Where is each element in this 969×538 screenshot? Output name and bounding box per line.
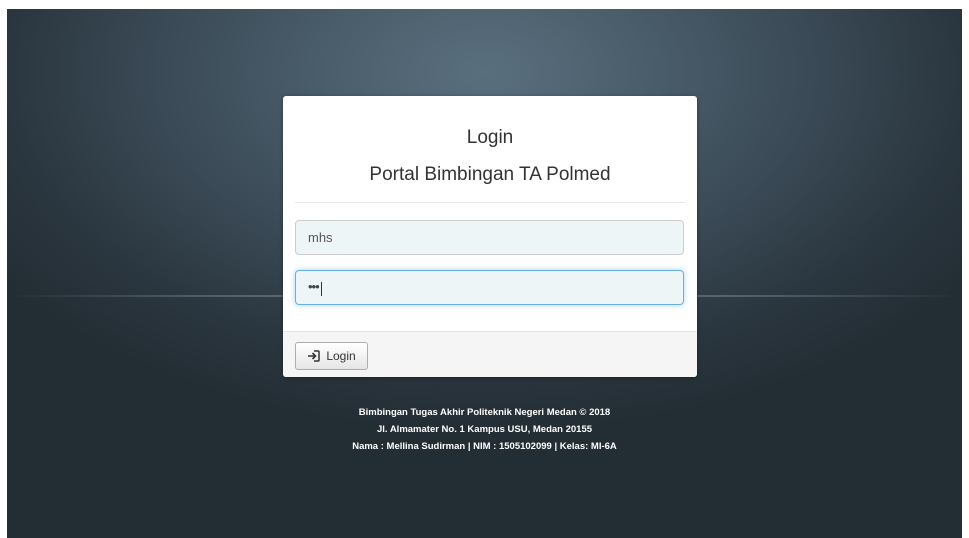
username-input[interactable]: mhs	[295, 220, 684, 255]
page-footer: Bimbingan Tugas Akhir Politeknik Negeri …	[7, 404, 962, 455]
sign-in-icon	[307, 350, 321, 362]
password-input[interactable]: •••	[295, 270, 684, 305]
text-caret	[320, 281, 322, 296]
username-value: mhs	[308, 230, 333, 245]
footer-line-1: Bimbingan Tugas Akhir Politeknik Negeri …	[358, 407, 611, 418]
login-button[interactable]: Login	[295, 342, 368, 370]
footer-line-2: Jl. Almamater No. 1 Kampus USU, Medan 20…	[376, 424, 593, 435]
login-panel: Login Portal Bimbingan TA Polmed mhs •••…	[283, 96, 697, 377]
panel-subtitle: Portal Bimbingan TA Polmed	[369, 164, 611, 185]
password-value: •••	[308, 279, 320, 294]
login-button-label: Login	[326, 349, 356, 363]
page-background: Login Portal Bimbingan TA Polmed mhs •••…	[7, 9, 962, 538]
footer-line-3: Nama : Mellina Sudirman | NIM : 15051020…	[352, 441, 617, 452]
panel-footer: Login	[283, 331, 697, 377]
panel-divider	[295, 202, 685, 203]
panel-title: Login	[466, 127, 514, 148]
